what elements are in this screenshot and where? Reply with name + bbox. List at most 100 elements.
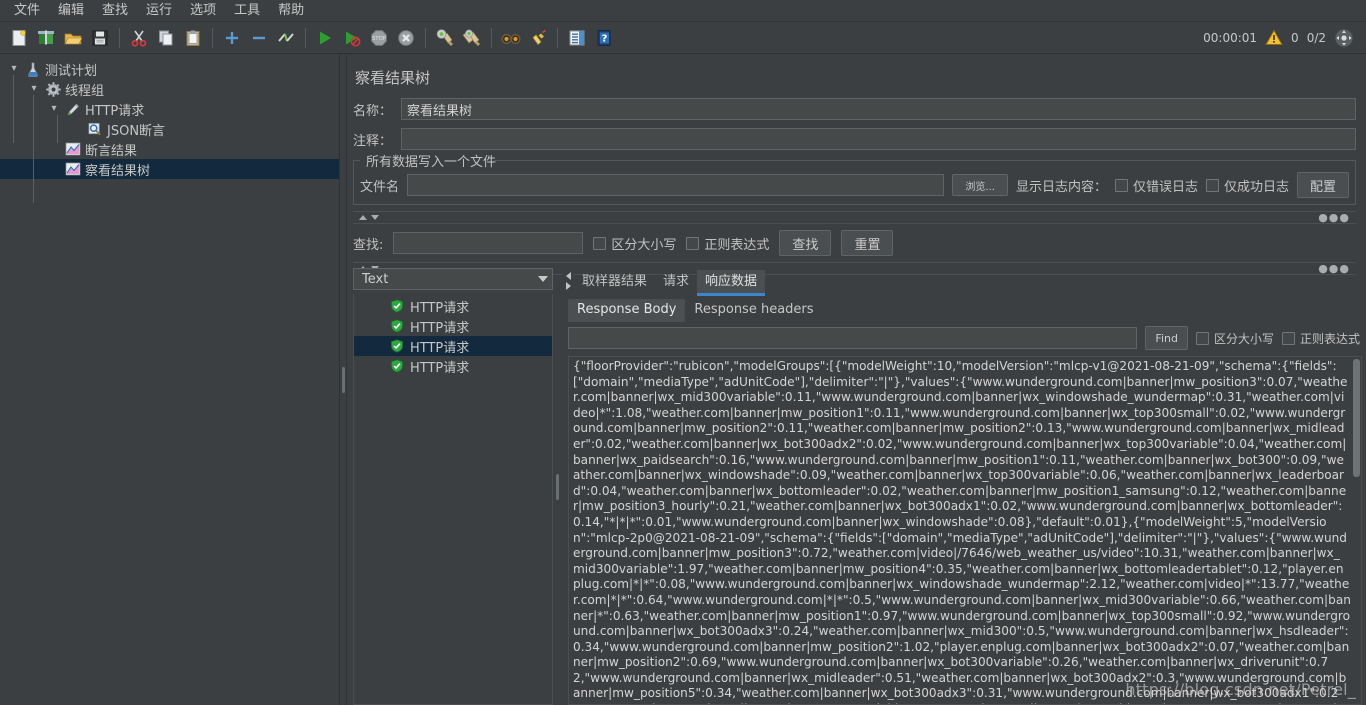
- tree-node-json-assertion[interactable]: JSON断言: [0, 119, 339, 139]
- chevron-down-icon[interactable]: ▾: [4, 64, 24, 74]
- menu-search[interactable]: 查找: [94, 1, 136, 21]
- tab-sampler-result[interactable]: 取样器结果: [574, 270, 655, 294]
- search-icon[interactable]: [498, 25, 524, 51]
- menu-run[interactable]: 运行: [138, 1, 180, 21]
- menu-options[interactable]: 选项: [182, 1, 224, 21]
- tab-response-data[interactable]: 响应数据: [697, 270, 766, 296]
- comment-input[interactable]: [401, 128, 1356, 150]
- page-title: 察看结果树: [355, 69, 431, 87]
- elapsed-timer: 00:00:01: [1203, 30, 1258, 45]
- collapse-arrows[interactable]: [359, 215, 379, 220]
- help-icon[interactable]: ?: [591, 25, 617, 51]
- successes-only-checkbox[interactable]: 仅成功日志: [1205, 176, 1289, 195]
- tree-node-view-results-tree[interactable]: 察看结果树: [0, 159, 339, 179]
- function-helper-icon[interactable]: [564, 25, 590, 51]
- results-list-pane: Text HTTP请求 HTTP请求 HTTP请求 HTTP请求: [353, 268, 553, 705]
- new-file-icon[interactable]: [6, 25, 32, 51]
- chevron-down-icon[interactable]: [371, 215, 379, 220]
- response-viewer-pane: 取样器结果 请求 响应数据 Response Body Response hea…: [562, 268, 1366, 705]
- response-find-input[interactable]: [568, 327, 1138, 349]
- warning-triangle-icon[interactable]: [1265, 29, 1283, 46]
- clear-all-icon[interactable]: [459, 25, 485, 51]
- tree-node-assertion-results[interactable]: 断言结果: [0, 139, 339, 159]
- stop-icon[interactable]: STOP: [366, 25, 392, 51]
- expand-all-icon[interactable]: [219, 25, 245, 51]
- copy-icon[interactable]: [153, 25, 179, 51]
- collapse-strip-top[interactable]: ●●●: [353, 211, 1356, 224]
- subtab-response-body[interactable]: Response Body: [568, 299, 686, 322]
- save-icon[interactable]: [87, 25, 113, 51]
- reset-button[interactable]: 重置: [841, 230, 894, 256]
- chevron-up-icon[interactable]: [359, 215, 367, 220]
- search-case-sensitive-checkbox[interactable]: 区分大小写: [593, 234, 676, 253]
- response-find-row: Find 区分大小写 正则表达式: [562, 322, 1366, 354]
- tab-request[interactable]: 请求: [655, 270, 697, 294]
- response-find-button[interactable]: Find: [1145, 326, 1188, 350]
- tree-node-http-request[interactable]: ▾ HTTP请求: [0, 99, 339, 119]
- list-item[interactable]: HTTP请求: [354, 296, 552, 316]
- search-regex-checkbox[interactable]: 正则表达式: [686, 234, 769, 253]
- results-area: Text HTTP请求 HTTP请求 HTTP请求 HTTP请求 取样器结果 请…: [347, 268, 1366, 705]
- response-regex-checkbox[interactable]: 正则表达式: [1281, 330, 1360, 347]
- tree-label: JSON断言: [107, 123, 166, 139]
- name-input[interactable]: [401, 98, 1356, 120]
- render-selector-combo[interactable]: Text: [353, 268, 553, 290]
- start-no-pause-icon[interactable]: [339, 25, 365, 51]
- menu-bar: 文件 编辑 查找 运行 选项 工具 帮助: [0, 0, 1366, 22]
- scrollbar-thumb[interactable]: [1353, 359, 1360, 477]
- configure-button[interactable]: 配置: [1296, 172, 1349, 198]
- shutdown-icon[interactable]: [393, 25, 419, 51]
- open-icon[interactable]: [60, 25, 86, 51]
- case-sensitive-label: 区分大小写: [611, 237, 677, 253]
- filename-input[interactable]: [407, 174, 945, 196]
- drag-dots-icon[interactable]: ●●●: [1318, 212, 1350, 223]
- chevron-down-icon[interactable]: [538, 276, 548, 282]
- list-item[interactable]: HTTP请求: [354, 336, 552, 356]
- response-tabs[interactable]: 取样器结果 请求 响应数据: [574, 268, 766, 296]
- list-item[interactable]: HTTP请求: [354, 356, 552, 376]
- menu-tools[interactable]: 工具: [226, 1, 268, 21]
- toggle-icon[interactable]: [273, 25, 299, 51]
- subtab-response-headers[interactable]: Response headers: [685, 299, 822, 322]
- cut-icon[interactable]: [126, 25, 152, 51]
- response-subtabs[interactable]: Response Body Response headers: [562, 296, 1366, 322]
- list-item-label: HTTP请求: [410, 300, 470, 316]
- horizontal-splitter[interactable]: [340, 55, 347, 705]
- chevron-down-icon[interactable]: ▾: [44, 104, 64, 114]
- list-item[interactable]: HTTP请求: [354, 316, 552, 336]
- search-reset-icon[interactable]: [525, 25, 551, 51]
- results-splitter[interactable]: [553, 268, 562, 705]
- tree-node-test-plan[interactable]: ▾ 测试计划: [0, 59, 339, 79]
- response-case-sensitive-checkbox[interactable]: 区分大小写: [1195, 330, 1274, 347]
- paste-icon[interactable]: [180, 25, 206, 51]
- main-split: ▾ 测试计划 ▾ 线程组 ▾ HTTP请求 JSON断言 断言结果 察看结果树 …: [0, 55, 1366, 705]
- collapse-all-icon[interactable]: [246, 25, 272, 51]
- response-scrollbar[interactable]: [1352, 357, 1361, 704]
- response-tab-rail: 取样器结果 请求 响应数据: [562, 268, 1366, 296]
- chevron-left-icon[interactable]: [565, 272, 571, 280]
- test-plan-tree[interactable]: ▾ 测试计划 ▾ 线程组 ▾ HTTP请求 JSON断言 断言结果 察看结果树: [0, 55, 339, 203]
- tab-scroll-buttons[interactable]: [562, 268, 574, 294]
- remote-status-icon[interactable]: [1334, 28, 1354, 48]
- toolbar-separator-5: [491, 27, 492, 48]
- browse-button[interactable]: 浏览...: [952, 174, 1008, 196]
- svg-text:STOP: STOP: [372, 36, 387, 42]
- chevron-down-icon[interactable]: ▾: [24, 84, 44, 94]
- case-sensitive-label: 区分大小写: [1213, 331, 1274, 346]
- response-body-viewer[interactable]: {"floorProvider":"rubicon","modelGroups"…: [568, 356, 1362, 705]
- checkbox-box: [1195, 331, 1209, 345]
- menu-file[interactable]: 文件: [6, 1, 48, 21]
- chevron-right-icon[interactable]: [565, 282, 571, 290]
- tree-node-thread-group[interactable]: ▾ 线程组: [0, 79, 339, 99]
- new-from-template-icon[interactable]: [33, 25, 59, 51]
- search-input[interactable]: [393, 232, 584, 254]
- sample-results-list[interactable]: HTTP请求 HTTP请求 HTTP请求 HTTP请求: [353, 294, 553, 705]
- clear-icon[interactable]: [432, 25, 458, 51]
- menu-help[interactable]: 帮助: [270, 1, 312, 21]
- menu-edit[interactable]: 编辑: [50, 1, 92, 21]
- errors-only-checkbox[interactable]: 仅错误日志: [1114, 176, 1198, 195]
- find-button[interactable]: 查找: [779, 230, 832, 256]
- start-icon[interactable]: [312, 25, 338, 51]
- render-selector-value: Text: [362, 271, 389, 287]
- tree-label: 断言结果: [85, 143, 138, 159]
